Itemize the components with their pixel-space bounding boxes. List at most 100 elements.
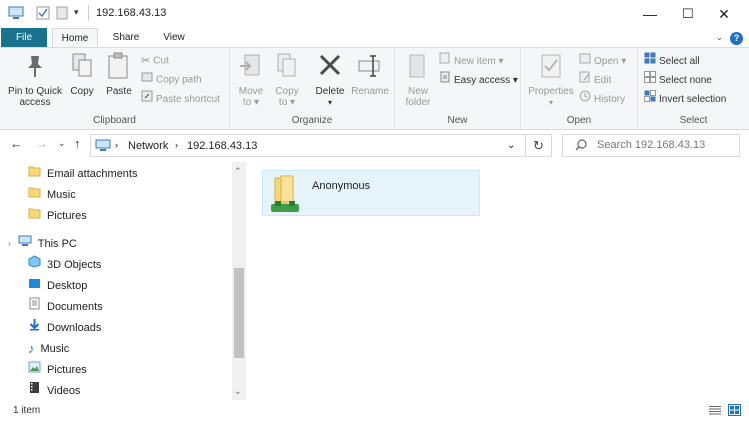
move-to-label-1: Move — [238, 86, 264, 97]
properties-quick-icon[interactable] — [36, 6, 50, 23]
edit-icon — [579, 71, 591, 90]
scroll-down-icon[interactable]: ⌄ — [234, 386, 242, 397]
new-folder-quick-icon[interactable] — [56, 6, 68, 23]
properties-dropdown-icon[interactable]: ▾ — [525, 97, 577, 108]
copy-to-button[interactable]: Copy to ▾ — [272, 52, 302, 108]
customize-toolbar-icon[interactable]: ▾ — [74, 7, 79, 18]
breadcrumb-ip[interactable]: 192.168.43.13 — [187, 140, 257, 152]
open-button[interactable]: Open ▾ — [579, 52, 626, 70]
close-button[interactable]: ✕ — [704, 0, 744, 28]
desktop-icon — [28, 276, 41, 296]
new-folder-label-2: folder — [405, 97, 431, 108]
folder-item-anonymous[interactable]: Anonymous — [262, 170, 480, 216]
copy-button[interactable]: Copy — [66, 52, 98, 97]
open-icon — [579, 52, 591, 71]
tab-file[interactable]: File — [1, 28, 47, 48]
back-arrow-icon[interactable]: ← — [10, 136, 23, 151]
select-none-button[interactable]: Select none — [644, 71, 712, 89]
navigation-pane: Email attachments Music Pictures › This … — [0, 162, 248, 400]
minimize-button[interactable]: — — [630, 0, 670, 28]
navigation-scrollbar[interactable]: ⌃ ⌄ — [232, 162, 246, 400]
nav-item-desktop[interactable]: Desktop — [28, 276, 87, 296]
new-item-dropdown-icon: ▾ — [495, 56, 504, 68]
invert-selection-button[interactable]: Invert selection — [644, 90, 726, 108]
scrollbar-thumb[interactable] — [234, 268, 244, 358]
scroll-up-icon[interactable]: ⌃ — [234, 166, 242, 177]
move-to-button[interactable]: Move to ▾ — [236, 52, 266, 108]
search-input[interactable]: Search 192.168.43.13 — [562, 134, 740, 157]
copy-path-button[interactable]: Copy path — [141, 71, 202, 89]
item-count: 1 item — [13, 405, 41, 416]
pictures-icon — [28, 360, 41, 380]
organize-group-label: Organize — [291, 115, 333, 126]
network-location-icon — [95, 139, 111, 155]
explorer-app-icon[interactable] — [8, 6, 24, 23]
nav-item-music[interactable]: Music — [28, 185, 76, 205]
edit-label: Edit — [594, 75, 612, 87]
nav-item-videos[interactable]: Videos — [28, 381, 80, 401]
nav-item-pictures[interactable]: Pictures — [28, 206, 87, 226]
copy-path-label: Copy path — [156, 74, 202, 86]
select-all-button[interactable]: Select all — [644, 52, 700, 70]
forward-arrow-icon[interactable]: → — [35, 136, 48, 151]
tab-view[interactable]: View — [152, 28, 196, 48]
nav-item-this-pc[interactable]: › This PC — [8, 234, 77, 254]
easy-access-button[interactable]: Easy access ▾ — [439, 71, 518, 89]
nav-item-downloads[interactable]: Downloads — [28, 318, 101, 338]
refresh-button[interactable]: ↻ — [526, 134, 552, 157]
copy-path-icon — [141, 71, 153, 89]
documents-icon — [28, 297, 41, 317]
address-row: ← → ⌄ ↑ › Network › 192.168.43.13 ⌄ ↻ Se… — [0, 131, 749, 159]
nav-label: This PC — [37, 238, 77, 250]
new-item-button[interactable]: New item ▾ — [439, 52, 504, 70]
large-icons-view-icon[interactable] — [728, 404, 741, 419]
cut-button[interactable]: ✂ Cut — [141, 52, 169, 70]
delete-label: Delete — [315, 86, 345, 97]
paste-button[interactable]: Paste — [102, 52, 136, 97]
breadcrumb-separator-icon[interactable]: › — [175, 140, 178, 150]
nav-item-pictures-library[interactable]: Pictures — [28, 360, 87, 380]
paste-shortcut-label: Paste shortcut — [156, 94, 220, 106]
pin-to-quick-access-button[interactable]: Pin to Quick access — [5, 52, 65, 108]
nav-item-email-attachments[interactable]: Email attachments — [28, 164, 137, 184]
delete-button[interactable]: Delete ▾ — [314, 52, 346, 108]
expand-ribbon-icon[interactable]: ⌄ — [715, 32, 723, 43]
3d-objects-icon — [28, 255, 41, 275]
history-label: History — [594, 94, 626, 106]
ribbon-tabs: File Home Share View ⌄ ? — [0, 28, 749, 48]
folder-icon — [28, 185, 41, 205]
select-group-label: Select — [679, 115, 708, 126]
move-to-label-2-text: to — [242, 97, 252, 108]
recent-locations-icon[interactable]: ⌄ — [58, 138, 66, 149]
folder-name: Anonymous — [312, 180, 371, 192]
open-label: Open — [594, 56, 619, 68]
window-title: 192.168.43.13 — [96, 7, 167, 19]
invert-selection-icon — [644, 90, 656, 109]
new-folder-button[interactable]: New folder — [401, 52, 435, 108]
help-icon[interactable]: ? — [730, 32, 743, 45]
delete-dropdown-icon[interactable]: ▾ — [314, 97, 346, 108]
details-view-icon[interactable] — [708, 405, 722, 419]
up-arrow-icon[interactable]: ↑ — [74, 136, 81, 151]
breadcrumb-separator-icon[interactable]: › — [115, 140, 118, 150]
address-bar[interactable]: › Network › 192.168.43.13 ⌄ — [90, 134, 526, 157]
address-dropdown-icon[interactable]: ⌄ — [507, 140, 515, 151]
new-folder-icon — [401, 52, 435, 83]
tab-home[interactable]: Home — [52, 28, 98, 48]
move-to-label-2: to ▾ — [242, 97, 260, 108]
properties-button[interactable]: Properties ▾ — [525, 52, 577, 108]
maximize-button[interactable]: ☐ — [668, 0, 708, 28]
history-button[interactable]: History — [579, 90, 625, 108]
open-group: Properties ▾ Open ▾ Edit History Open — [521, 48, 638, 129]
nav-item-3d-objects[interactable]: 3D Objects — [28, 255, 101, 275]
expand-chevron-icon[interactable]: › — [8, 234, 11, 254]
nav-item-documents[interactable]: Documents — [28, 297, 103, 317]
paste-shortcut-button[interactable]: Paste shortcut — [141, 90, 220, 108]
downloads-icon — [28, 318, 41, 338]
tab-share[interactable]: Share — [104, 28, 148, 48]
nav-item-music-library[interactable]: ♪ Music — [28, 339, 69, 359]
rename-button[interactable]: Rename — [350, 52, 390, 97]
copy-to-label-2-text: to — [278, 97, 288, 108]
breadcrumb-network[interactable]: Network — [128, 140, 168, 152]
edit-button[interactable]: Edit — [579, 71, 611, 89]
